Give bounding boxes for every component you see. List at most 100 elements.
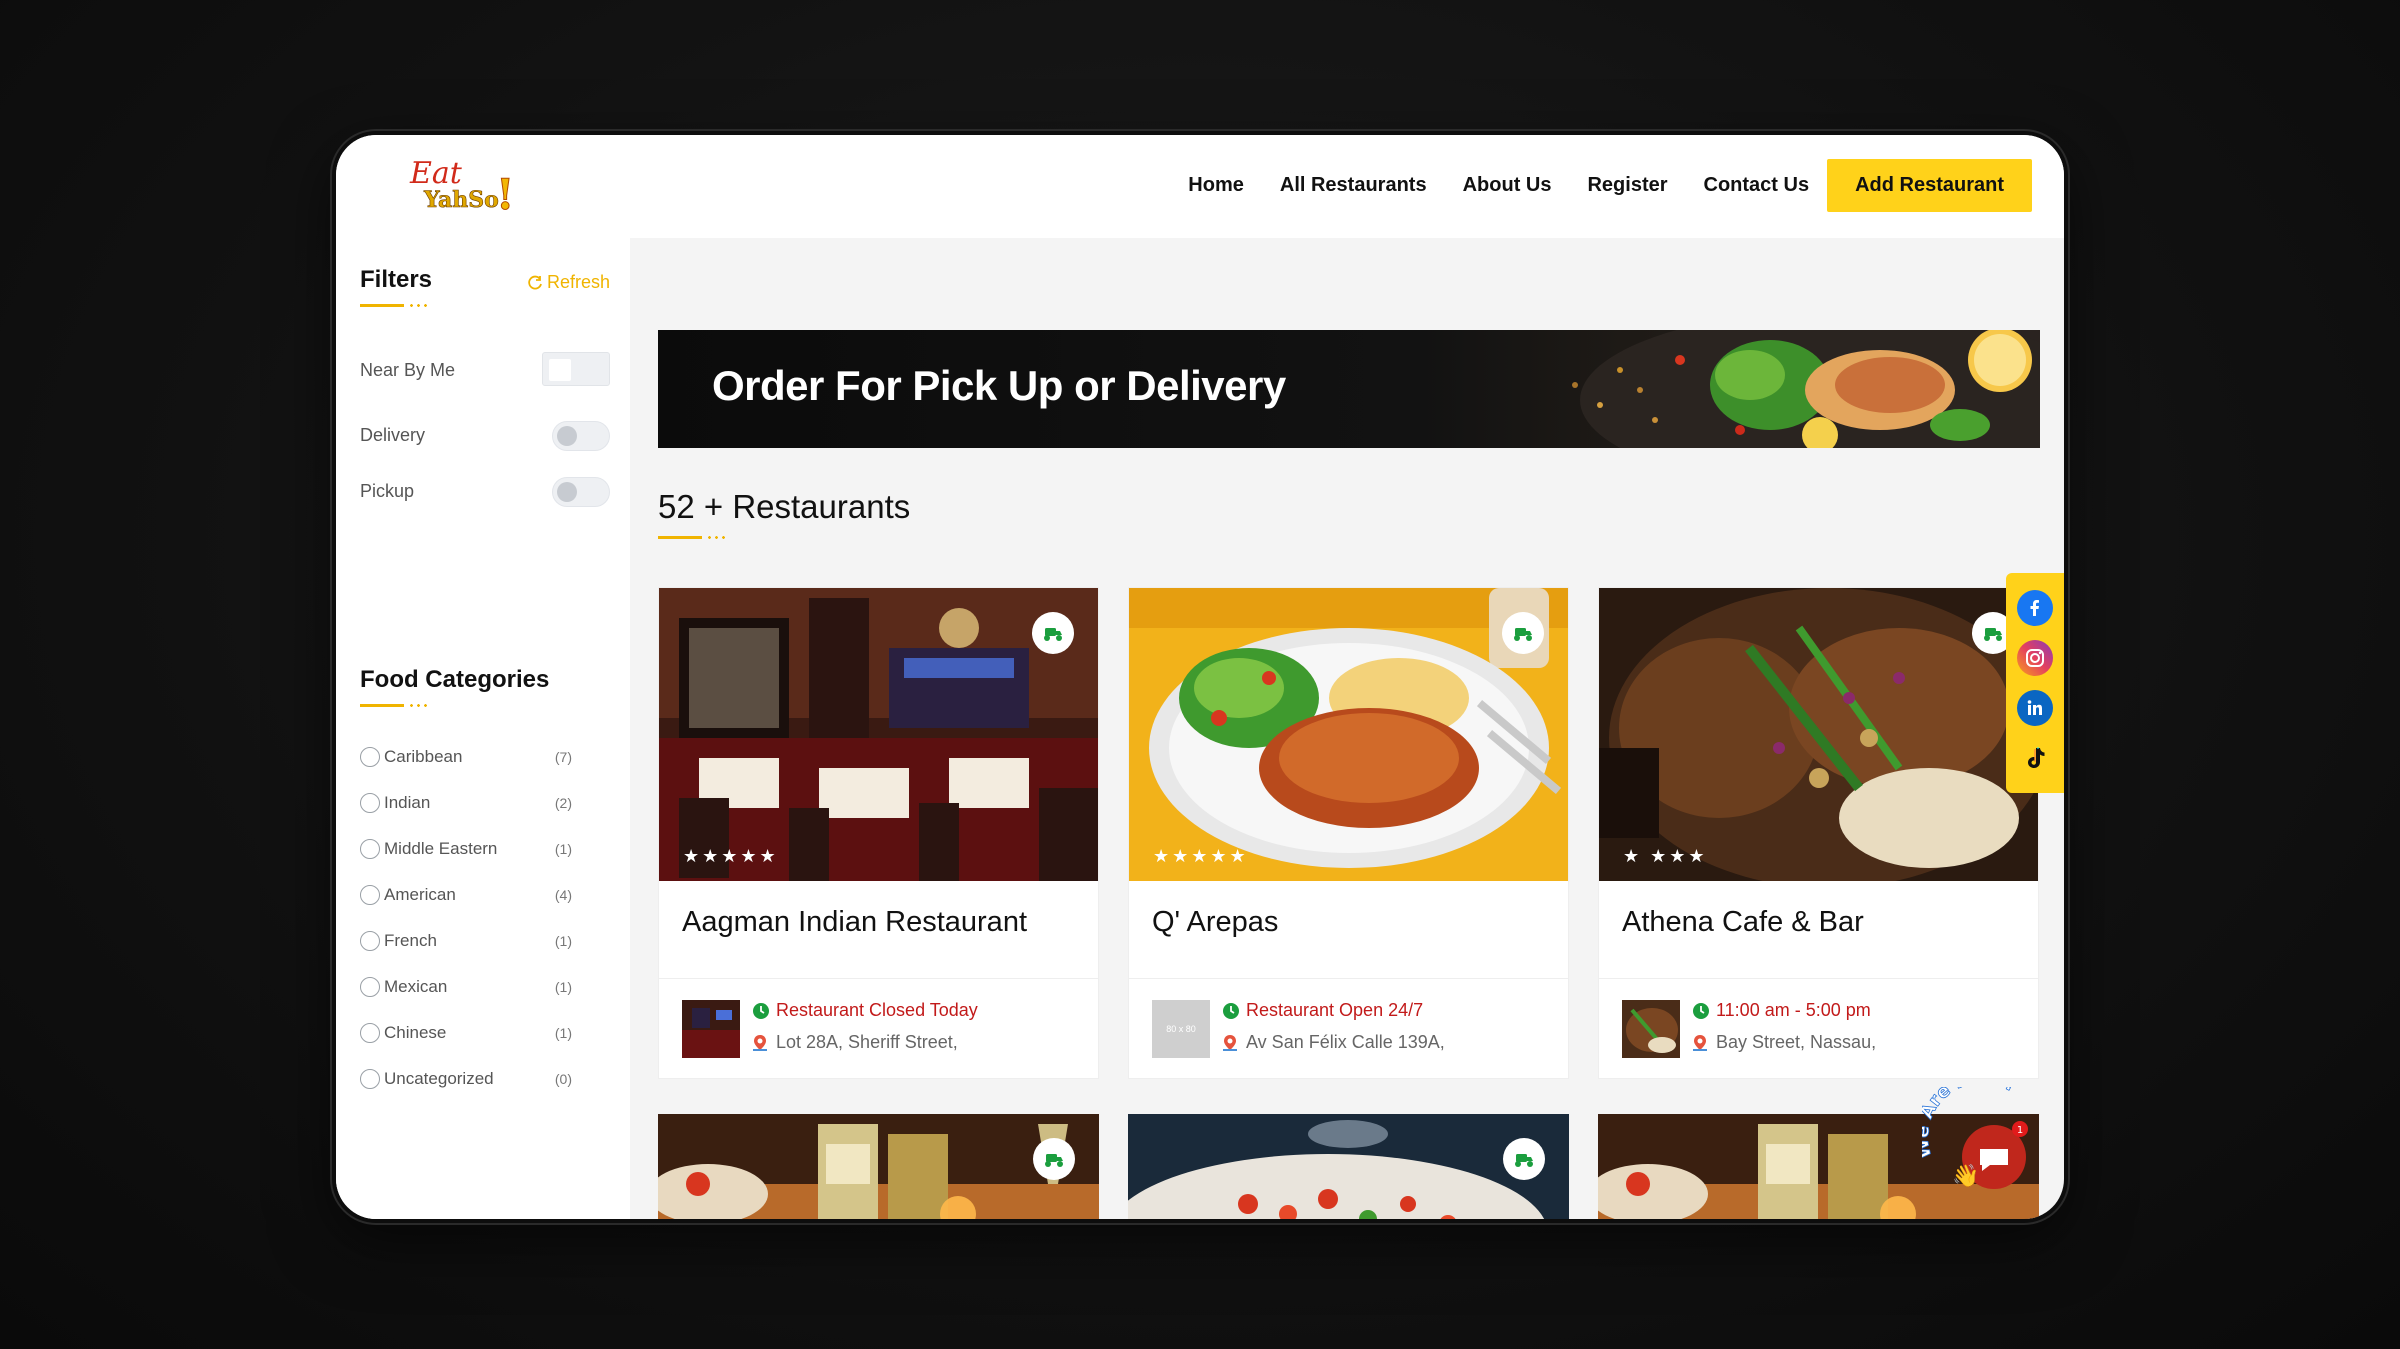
title-underline: [658, 536, 728, 540]
delivery-badge: [1503, 1138, 1545, 1180]
restaurant-name[interactable]: Athena Cafe & Bar: [1622, 906, 1864, 939]
category-item[interactable]: American (4): [360, 872, 572, 918]
address-text: Lot 28A, Sheriff Street,: [776, 1032, 958, 1052]
category-count: (4): [554, 887, 572, 903]
food-categories-title: Food Categories: [360, 666, 550, 693]
delivery-badge: [1032, 612, 1074, 654]
nav-contact-us[interactable]: Contact Us: [1704, 174, 1810, 197]
delivery-scooter-icon: [1514, 628, 1532, 641]
refresh-label: Refresh: [546, 272, 610, 292]
promo-banner[interactable]: Order For Pick Up or Delivery: [658, 330, 2040, 448]
social-rail: [2006, 573, 2064, 793]
facebook-icon[interactable]: [2017, 590, 2053, 626]
refresh-icon: [528, 275, 542, 289]
restaurant-name[interactable]: Q' Arepas: [1152, 906, 1278, 939]
nav-register[interactable]: Register: [1587, 174, 1667, 197]
category-radio[interactable]: [360, 977, 380, 997]
address-text: Av San Félix Calle 139A,: [1246, 1032, 1445, 1052]
category-item[interactable]: French (1): [360, 918, 572, 964]
category-count: (1): [554, 979, 572, 995]
clock-icon: [1223, 1002, 1239, 1019]
category-radio[interactable]: [360, 1023, 380, 1043]
restaurant-thumbnail-placeholder: 80 x 80: [1152, 1000, 1210, 1058]
category-label: Uncategorized: [384, 1069, 494, 1088]
restaurant-image[interactable]: [658, 1114, 1099, 1219]
logo-line1: Eat: [409, 156, 463, 191]
category-label: Caribbean: [384, 747, 463, 766]
category-count: (1): [554, 1025, 572, 1041]
category-radio[interactable]: [360, 839, 380, 859]
delivery-toggle[interactable]: [552, 421, 610, 451]
banner-text: Order For Pick Up or Delivery: [712, 362, 1286, 409]
near-by-me-label: Near By Me: [360, 360, 456, 380]
restaurant-status: Restaurant Open 24/7: [1222, 1000, 1423, 1021]
address-text: Bay Street, Nassau,: [1716, 1032, 1877, 1052]
category-label: Indian: [384, 793, 431, 812]
category-item[interactable]: Chinese (1): [360, 1010, 572, 1056]
category-count: (1): [554, 933, 572, 949]
category-list: Caribbean (7) Indian (2) Middle Eastern (1)…: [360, 734, 572, 1102]
nav-all-restaurants[interactable]: All Restaurants: [1280, 174, 1427, 197]
filters-sidebar: Filters Refresh Near By Me Delivery Pick…: [336, 238, 630, 1219]
linkedin-icon[interactable]: [2017, 690, 2053, 726]
wave-icon: 👋: [1952, 1163, 1979, 1189]
category-label: Middle Eastern: [384, 839, 498, 858]
refresh-button[interactable]: Refresh: [527, 272, 610, 293]
restaurant-card[interactable]: [658, 1114, 1099, 1219]
main-content: Order For Pick Up or Delivery 52 + Resta…: [630, 238, 2064, 1219]
status-text: 11:00 am - 5:00 pm: [1716, 1000, 1871, 1020]
food-categories-header: Food Categories: [360, 666, 549, 708]
category-radio[interactable]: [360, 885, 380, 905]
restaurants-heading: 52 + Restaurants: [658, 488, 910, 540]
restaurant-card[interactable]: ★★★★★ Aagman Indian Restaurant Restauran…: [658, 587, 1099, 1079]
pickup-toggle[interactable]: [552, 477, 610, 507]
category-label: Mexican: [384, 977, 448, 996]
instagram-icon[interactable]: [2017, 640, 2053, 676]
delivery-badge: [1502, 612, 1544, 654]
card-divider: [659, 978, 1098, 979]
site-header: Eat YahSo ! Home All Restaurants About U…: [336, 135, 2064, 238]
restaurant-address: Av San Félix Calle 139A,: [1222, 1032, 1445, 1053]
chat-badge: 1: [2017, 1125, 2023, 1136]
category-item[interactable]: Indian (2): [360, 780, 572, 826]
restaurant-image[interactable]: [1128, 1114, 1569, 1219]
delivery-scooter-icon: [1515, 1154, 1533, 1167]
pickup-label: Pickup: [360, 481, 415, 501]
category-label: American: [384, 885, 456, 904]
category-count: (1): [554, 841, 572, 857]
category-radio[interactable]: [360, 747, 380, 767]
tiktok-icon[interactable]: [2017, 740, 2053, 776]
category-item[interactable]: Uncategorized (0): [360, 1056, 572, 1102]
category-count: (7): [554, 749, 572, 765]
site-logo[interactable]: Eat YahSo !: [396, 149, 520, 229]
banner-food-image: [1572, 330, 2040, 448]
status-text: Restaurant Closed Today: [776, 1000, 978, 1020]
category-label: French: [384, 931, 437, 950]
add-restaurant-button[interactable]: Add Restaurant: [1827, 159, 2032, 212]
category-radio[interactable]: [360, 793, 380, 813]
chat-widget[interactable]: We Are Here! 1 👋: [1911, 1066, 2042, 1197]
logo-line2: YahSo: [423, 187, 499, 213]
delivery-scooter-icon: [1045, 1154, 1063, 1167]
category-item[interactable]: Middle Eastern (1): [360, 826, 572, 872]
near-by-me-checkbox[interactable]: [542, 352, 610, 386]
nav-home[interactable]: Home: [1188, 174, 1244, 197]
restaurant-card[interactable]: [1128, 1114, 1569, 1219]
title-underline: [360, 704, 430, 708]
main-nav: Home All Restaurants About Us Register C…: [1152, 159, 2032, 212]
nav-about-us[interactable]: About Us: [1463, 174, 1552, 197]
category-item[interactable]: Caribbean (7): [360, 734, 572, 780]
clock-icon: [753, 1002, 769, 1019]
clock-icon: [1693, 1002, 1709, 1019]
category-label: Chinese: [384, 1023, 447, 1042]
restaurant-card[interactable]: ★ ★★★ Athena Cafe & Bar 11:00 am - 5:00 …: [1598, 587, 2039, 1079]
restaurant-name[interactable]: Aagman Indian Restaurant: [682, 906, 1027, 939]
category-radio[interactable]: [360, 1069, 380, 1089]
status-text: Restaurant Open 24/7: [1246, 1000, 1424, 1020]
category-item[interactable]: Mexican (1): [360, 964, 572, 1010]
category-radio[interactable]: [360, 931, 380, 951]
delivery-label: Delivery: [360, 425, 426, 445]
map-pin-icon: [753, 1034, 767, 1051]
restaurant-card[interactable]: ★★★★★ Q' Arepas 80 x 80 Restaurant Open …: [1128, 587, 1569, 1079]
map-pin-icon: [1223, 1034, 1237, 1051]
